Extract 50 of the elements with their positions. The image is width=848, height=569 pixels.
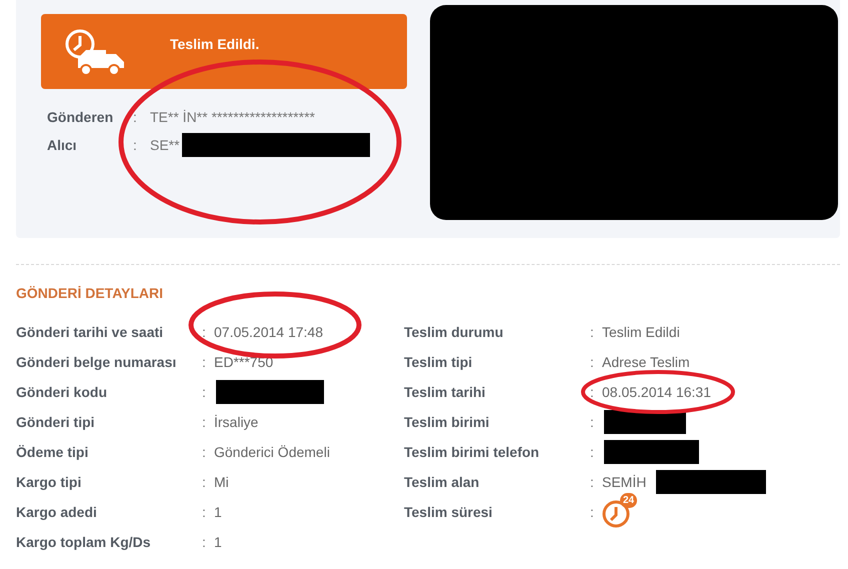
colon: : (590, 324, 595, 340)
detail-label: Gönderi tipi (16, 414, 96, 430)
colon: : (590, 354, 595, 370)
detail-value: 1 (214, 504, 222, 520)
colon: : (202, 534, 207, 550)
detail-value: Adrese Teslim (602, 354, 690, 370)
detail-value: Teslim Edildi (602, 324, 680, 340)
detail-label: Ödeme tipi (16, 444, 90, 460)
colon: : (202, 414, 207, 430)
detail-value: Mi (214, 474, 229, 490)
colon: : (202, 474, 207, 490)
party-label: Alıcı (47, 137, 78, 153)
detail-label: Teslim tipi (404, 354, 474, 370)
colon: : (133, 137, 138, 153)
detail-label: Teslim tarihi (404, 384, 486, 400)
colon: : (202, 444, 207, 460)
party-value: SE** (150, 137, 180, 153)
status-title: Teslim Edildi. (170, 36, 260, 52)
detail-label: Teslim alan (404, 474, 480, 490)
colon: : (202, 354, 207, 370)
colon: : (202, 504, 207, 520)
detail-label: Gönderi kodu (16, 384, 108, 400)
colon: : (590, 384, 595, 400)
detail-value: 07.05.2014 17:48 (214, 324, 323, 340)
detail-label: Teslim birimi telefon (404, 444, 540, 460)
party-label: Gönderen (47, 109, 114, 125)
detail-value: SEMİH (602, 474, 646, 490)
detail-label: Teslim süresi (404, 504, 494, 520)
detail-label: Kargo tipi (16, 474, 82, 490)
detail-label: Kargo adedi (16, 504, 98, 520)
colon: : (202, 384, 207, 400)
detail-label: Teslim durumu (404, 324, 504, 340)
detail-label: Teslim birimi (404, 414, 490, 430)
colon: : (590, 414, 595, 430)
colon: : (590, 444, 595, 460)
colon: : (590, 504, 595, 520)
detail-value: Gönderici Ödemeli (214, 444, 330, 460)
section-title: GÖNDERİ DETAYLARI (16, 285, 164, 301)
detail-label: Gönderi tarihi ve saati (16, 324, 164, 340)
colon: : (133, 109, 138, 125)
colon: : (590, 474, 595, 490)
detail-value: ED***750 (214, 354, 274, 370)
colon: : (202, 324, 207, 340)
detail-label: Gönderi belge numarası (16, 354, 178, 370)
detail-label: Kargo toplam Kg/Ds (16, 534, 152, 550)
detail-value: 08.05.2014 16:31 (602, 384, 711, 400)
duration-badge: 24 (620, 493, 638, 508)
detail-value: İrsaliye (214, 414, 258, 430)
detail-value: 1 (214, 534, 222, 550)
party-value: TE** İN** ******************* (150, 109, 315, 125)
